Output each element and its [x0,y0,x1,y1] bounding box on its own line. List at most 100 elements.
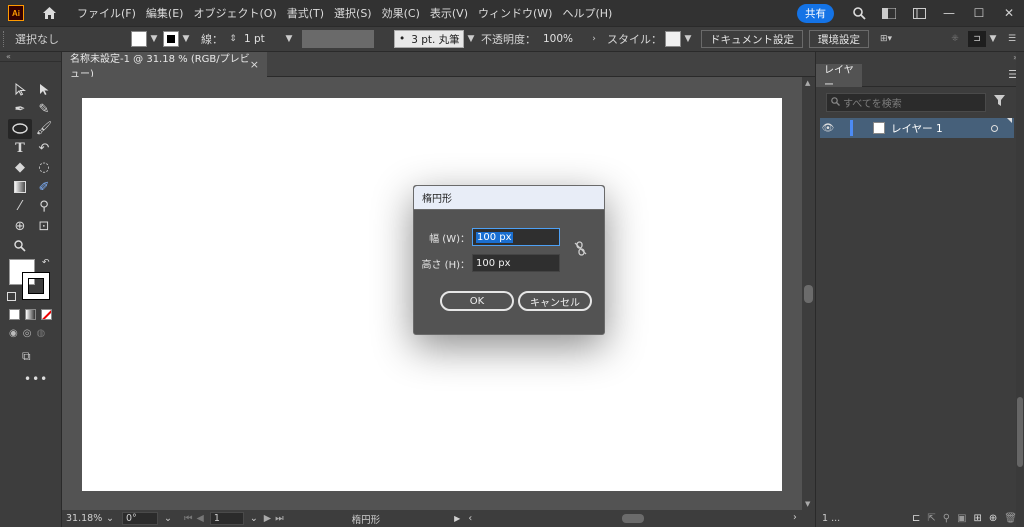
minimize-icon[interactable]: — [934,0,964,26]
constrain-proportions-link-icon[interactable] [574,241,587,259]
ellipse-tool-icon[interactable] [8,119,32,139]
swap-colors-icon[interactable]: ↶ [42,258,50,268]
locate-object-icon[interactable]: ⚲ [943,513,950,524]
fill-dropdown-icon[interactable]: ▼ [147,31,161,47]
recolor-icon[interactable]: ⁜ [948,31,962,47]
close-window-icon[interactable]: ✕ [994,0,1024,26]
screen-mode-icon[interactable]: ⧉ [22,349,31,364]
menu-item-0[interactable]: ファイル(F) [72,5,141,21]
stroke-swatch[interactable] [163,31,179,47]
visibility-eye-icon[interactable]: 👁︎ [820,123,836,134]
document-tab[interactable]: 名称未設定-1 @ 31.18 % (RGB/プレビュー) × [62,52,267,80]
close-tab-icon[interactable]: × [250,58,259,71]
pen-tool-icon[interactable]: ✒ [8,100,32,120]
stroke-weight-field[interactable]: 1 pt [240,30,282,48]
zoom-dropdown-icon[interactable]: ⌄ [106,513,114,524]
rotation-field[interactable]: 0° [121,512,158,525]
menu-item-1[interactable]: 編集(E) [141,5,189,21]
stroke-color-box[interactable] [22,272,50,300]
brush-definition-field[interactable]: • 3 pt. 丸筆 [394,30,464,48]
menu-item-3[interactable]: 書式(T) [282,5,329,21]
color-mode-icon[interactable] [9,309,20,320]
preferences-button[interactable]: 環境設定 [809,30,869,48]
scroll-down-icon[interactable]: ▼ [805,500,810,508]
control-menu-icon[interactable]: ☰ [1000,31,1024,47]
workspace-switcher-icon[interactable] [874,0,904,26]
share-button[interactable]: 共有 [797,3,834,23]
layers-search-input[interactable]: すべてを検索 [826,93,986,112]
direct-selection-tool-icon[interactable] [32,80,56,100]
collect-for-export-icon[interactable]: ⇱ [927,513,935,524]
lasso-tool-icon[interactable]: ◌ [32,158,56,178]
panel-grip[interactable] [3,31,9,47]
right-scroll-thumb[interactable] [1017,397,1023,467]
gradient-mode-icon[interactable] [25,309,36,320]
draw-normal-icon[interactable]: ◉ [9,328,18,339]
layer-row[interactable]: 👁︎ レイヤー 1 [820,118,1014,138]
menu-item-2[interactable]: オブジェクト(O) [188,5,281,21]
right-panel-scrollbar[interactable] [1016,52,1024,527]
mesh-tool-icon[interactable]: ✐ [32,178,56,198]
first-artboard-icon[interactable]: ⏮ [184,513,193,524]
gradient-tool-icon[interactable] [8,178,32,198]
none-mode-icon[interactable] [41,309,52,320]
type-tool-icon[interactable]: T [8,139,32,159]
artboard-tool-icon[interactable]: ⊡ [32,217,56,237]
zoom-tool-icon[interactable] [8,236,32,256]
width-input[interactable]: 100 px [472,228,560,246]
arrange-icon[interactable]: ⊐ [968,31,986,47]
draw-inside-icon[interactable]: ◍ [36,328,45,339]
zoom-field[interactable]: 31.18% [62,512,104,525]
menu-item-4[interactable]: 選択(S) [329,5,377,21]
rotate-tool-icon[interactable]: ↶ [32,139,56,159]
layer-target-icon[interactable] [991,124,998,132]
maximize-icon[interactable]: ☐ [964,0,994,26]
vertical-scrollbar[interactable]: ▲ ▼ [802,77,815,510]
eraser-tool-icon[interactable]: ◆ [8,158,32,178]
opacity-arrow-icon[interactable]: › [587,31,601,47]
next-artboard-icon[interactable]: ▶ [264,513,271,524]
brush-dropdown-icon[interactable]: ▼ [464,31,478,47]
cancel-button[interactable]: キャンセル [518,291,592,311]
height-input[interactable]: 100 px [472,254,560,272]
eyedropper-tool-icon[interactable]: ⁄ [8,197,32,217]
menu-item-5[interactable]: 効果(C) [377,5,425,21]
menu-item-8[interactable]: ヘルプ(H) [557,5,617,21]
document-setup-button[interactable]: ドキュメント設定 [701,30,803,48]
puppet-warp-tool-icon[interactable]: ⚲ [32,197,56,217]
filter-icon[interactable] [994,95,1005,109]
default-colors-icon[interactable] [7,292,16,301]
create-sublayer-icon[interactable]: ⊞ [974,513,982,524]
arrange-dropdown-icon[interactable]: ▼ [986,31,1000,47]
graphic-style-swatch[interactable] [665,31,681,47]
horizontal-scroll-thumb[interactable] [622,514,644,523]
export-for-screens-icon[interactable]: ⊏ [912,513,920,524]
tools-collapse-icon[interactable]: « [0,52,61,62]
hscroll-left-icon[interactable]: ‹ [468,513,472,524]
fill-swatch[interactable] [131,31,147,47]
make-clipping-mask-icon[interactable]: ▣ [957,513,966,524]
stroke-stepper-icon[interactable]: ⇕ [226,31,240,47]
menu-item-6[interactable]: 表示(V) [425,5,473,21]
align-options-icon[interactable]: ⊞▾ [875,31,897,47]
stroke-dropdown-icon[interactable]: ▼ [179,31,193,47]
variable-width-profile[interactable] [302,30,374,48]
artboard-dropdown-icon[interactable]: ⌄ [250,513,258,524]
hscroll-right-icon[interactable]: › [793,512,797,523]
style-dropdown-icon[interactable]: ▼ [681,31,695,47]
home-icon[interactable] [40,4,58,22]
selection-tool-icon[interactable] [8,80,32,100]
draw-behind-icon[interactable]: ◎ [23,328,32,339]
arrange-documents-icon[interactable] [904,0,934,26]
shape-builder-tool-icon[interactable]: ⊕ [8,217,32,237]
prev-artboard-icon[interactable]: ◀ [197,513,204,524]
curvature-tool-icon[interactable]: ✎ [32,100,56,120]
search-icon[interactable] [844,0,874,26]
scroll-up-icon[interactable]: ▲ [805,79,810,87]
artboard-number-field[interactable]: 1 [209,512,244,525]
stroke-weight-dropdown-icon[interactable]: ▼ [282,31,296,47]
ok-button[interactable]: OK [440,291,514,311]
selection-indicator[interactable] [1007,118,1012,123]
opacity-field[interactable]: 100% [539,30,587,48]
last-artboard-icon[interactable]: ⏭ [275,513,284,524]
